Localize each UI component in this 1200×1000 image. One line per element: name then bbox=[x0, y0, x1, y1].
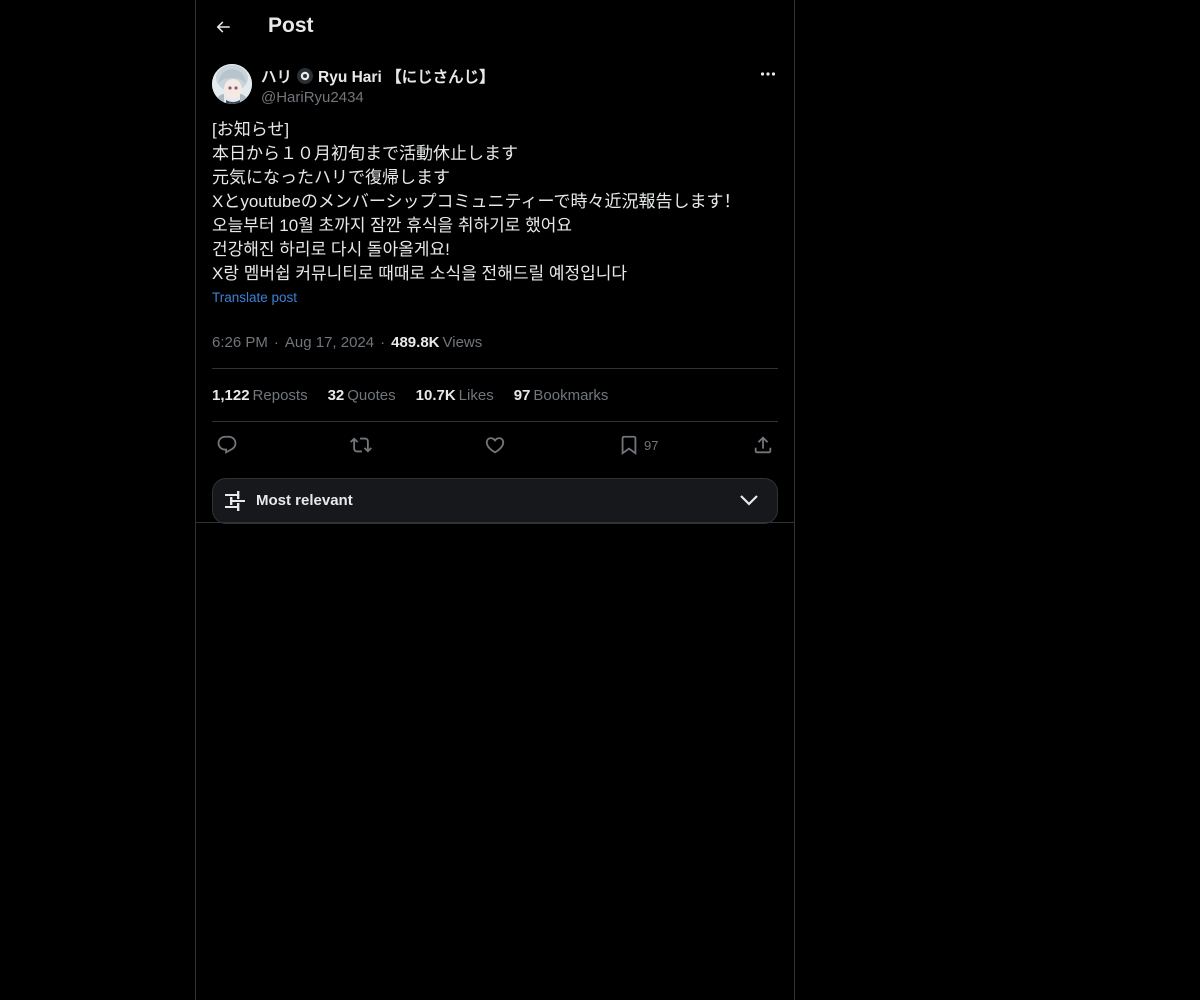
post-line: Xとyoutubeのメンバーシップコミュニティーで時々近況報告します！ bbox=[212, 192, 741, 211]
avatar[interactable] bbox=[212, 64, 252, 104]
share-button[interactable] bbox=[752, 434, 774, 456]
heart-icon bbox=[485, 437, 505, 454]
reply-button[interactable] bbox=[216, 434, 238, 456]
divider bbox=[196, 522, 794, 523]
views-label: Views bbox=[442, 333, 483, 351]
likes-count: 10.7K bbox=[415, 386, 456, 404]
back-button[interactable] bbox=[212, 13, 234, 41]
quotes-label: Quotes bbox=[347, 386, 396, 404]
reposts-count: 1,122 bbox=[212, 386, 250, 404]
quotes-stat[interactable]: 32 Quotes bbox=[328, 387, 396, 404]
sort-replies-dropdown[interactable]: Most relevant bbox=[212, 478, 778, 524]
meta-separator: · bbox=[273, 333, 279, 351]
post: ハリ Ryu Hari 【にじさんじ】 @HariRyu2434 [お知らせ] … bbox=[196, 64, 794, 524]
post-line: 건강해진 하리로 다시 돌아올게요! bbox=[212, 240, 450, 259]
translate-post-link[interactable]: Translate post bbox=[212, 290, 297, 305]
bookmarks-stat[interactable]: 97 Bookmarks bbox=[514, 387, 609, 404]
display-name-suffix: Ryu Hari 【にじさんじ】 bbox=[318, 69, 495, 86]
author-names: ハリ Ryu Hari 【にじさんじ】 @HariRyu2434 bbox=[261, 65, 495, 106]
like-button[interactable] bbox=[484, 434, 506, 456]
author-handle[interactable]: @HariRyu2434 bbox=[261, 89, 495, 106]
likes-label: Likes bbox=[458, 386, 494, 404]
post-time[interactable]: 6:26 PM bbox=[212, 334, 268, 351]
share-icon bbox=[754, 436, 772, 454]
author-row: ハリ Ryu Hari 【にじさんじ】 @HariRyu2434 bbox=[212, 64, 778, 120]
post-column: Post ハリ Ryu Hari 【にじさんじ】 @HariRyu2434 [お… bbox=[195, 0, 795, 1000]
bookmarks-count: 97 bbox=[513, 386, 531, 404]
display-name-prefix: ハリ bbox=[261, 69, 293, 86]
views-count: 489.8K bbox=[391, 333, 440, 351]
post-line: 本日から１０月初旬まで活動休止します bbox=[212, 144, 518, 163]
reposts-label: Reposts bbox=[252, 386, 308, 404]
top-bar: Post bbox=[196, 0, 794, 54]
likes-stat[interactable]: 10.7K Likes bbox=[416, 387, 494, 404]
page-title: Post bbox=[268, 14, 314, 37]
engagement-stats: 1,122 Reposts 32 Quotes 10.7K Likes 97 Bookm… bbox=[212, 369, 778, 421]
more-button[interactable] bbox=[758, 64, 778, 84]
post-date[interactable]: Aug 17, 2024 bbox=[285, 334, 374, 351]
bookmarks-label: Bookmarks bbox=[533, 386, 609, 404]
avatar-image bbox=[212, 64, 252, 104]
sliders-icon bbox=[225, 491, 245, 511]
arrow-left-icon bbox=[216, 21, 230, 33]
post-line: X랑 멤버쉽 커뮤니티로 때때로 소식을 전해드릴 예정입니다 bbox=[212, 264, 628, 283]
chevron-down-icon bbox=[740, 495, 758, 506]
display-name[interactable]: ハリ Ryu Hari 【にじさんじ】 bbox=[261, 65, 495, 87]
quotes-count: 32 bbox=[327, 386, 345, 404]
bookmark-button[interactable]: 97 bbox=[618, 434, 658, 456]
post-text: [お知らせ] 本日から１０月初旬まで活動休止します 元気になったハリで復帰します… bbox=[212, 118, 778, 286]
ellipsis-icon bbox=[760, 72, 776, 76]
post-meta: 6:26 PM · Aug 17, 2024 · 489.8K Views bbox=[212, 329, 778, 355]
bookmark-count: 97 bbox=[644, 437, 659, 453]
sort-label: Most relevant bbox=[256, 492, 353, 509]
action-bar: 97 bbox=[212, 422, 778, 470]
post-line: 元気になったハリで復帰します bbox=[212, 168, 450, 187]
post-line: 오늘부터 10월 초까지 잠깐 휴식을 취하기로 했어요 bbox=[212, 216, 573, 235]
reposts-stat[interactable]: 1,122 Reposts bbox=[212, 387, 308, 404]
reply-icon bbox=[217, 435, 237, 454]
repost-button[interactable] bbox=[350, 434, 372, 456]
repost-icon bbox=[350, 437, 372, 453]
post-line: [お知らせ] bbox=[212, 120, 290, 139]
circle-badge-icon bbox=[297, 68, 314, 84]
meta-separator: · bbox=[380, 333, 386, 351]
bookmark-icon bbox=[621, 435, 637, 456]
